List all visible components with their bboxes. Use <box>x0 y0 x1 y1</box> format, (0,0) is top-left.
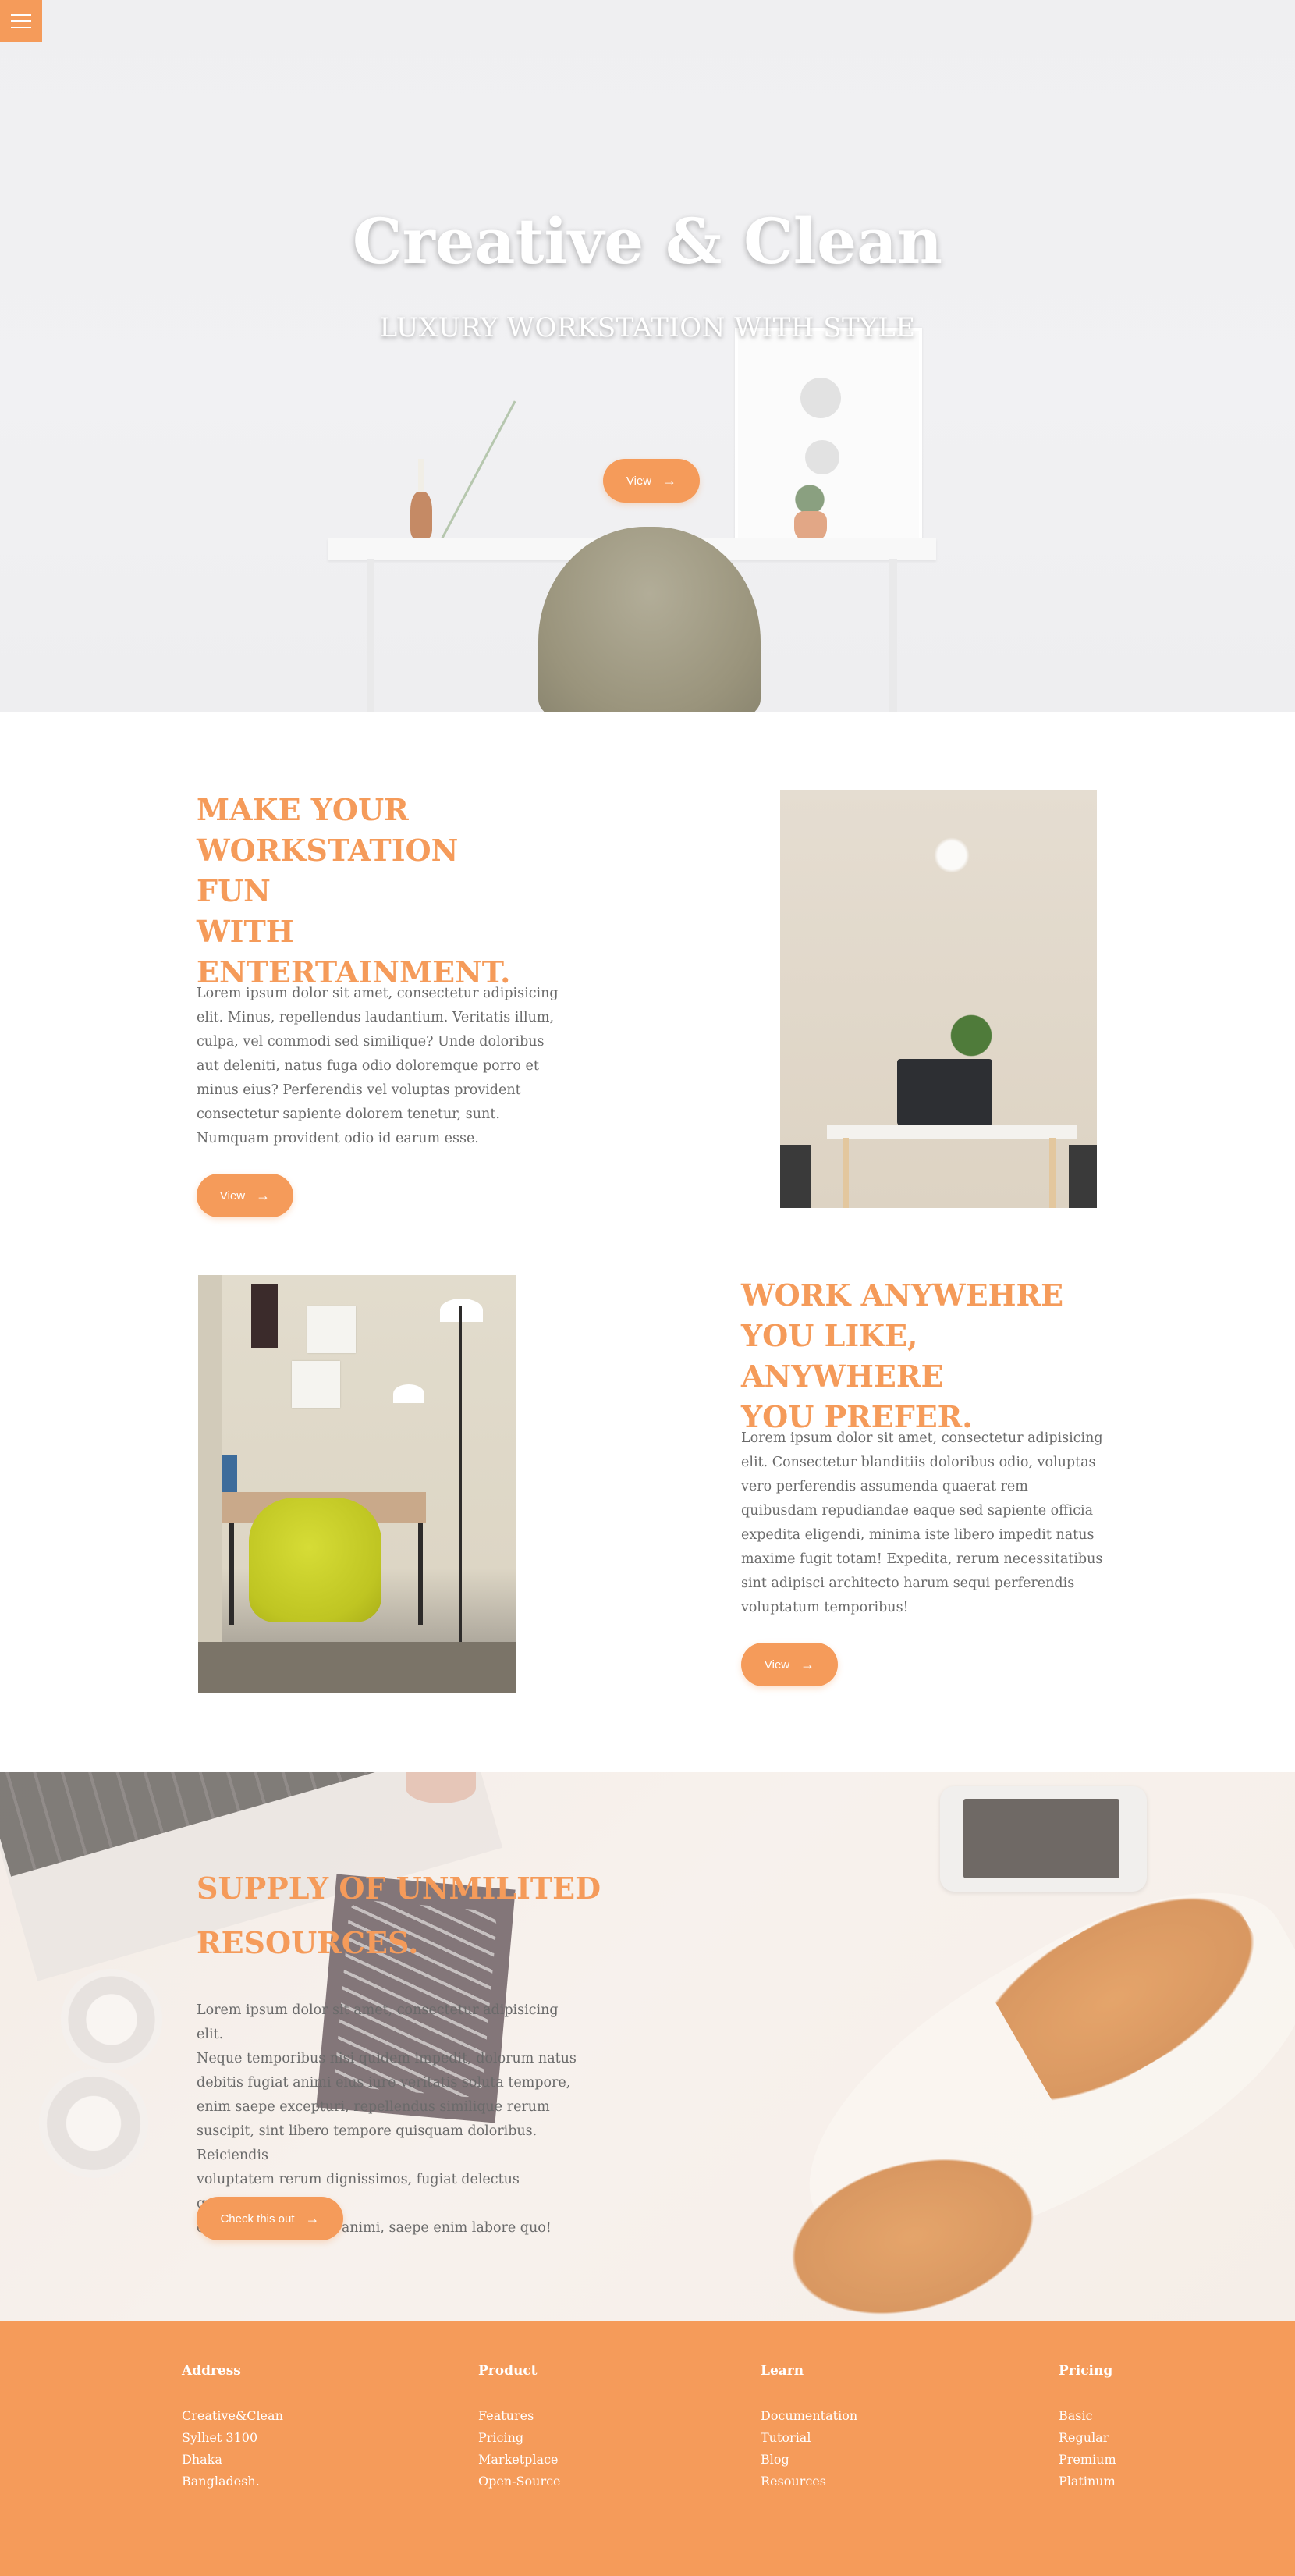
yellow-chair <box>249 1498 381 1622</box>
feature2-title: WORK ANYWEHRE YOU LIKE, ANYWHERE YOU PRE… <box>741 1277 1064 1434</box>
workstation-photo <box>780 790 1097 1208</box>
arrow-right-icon: → <box>256 1187 271 1203</box>
feature1-title: MAKE YOUR WORKSTATION FUN WITH ENTERTAIN… <box>197 792 511 990</box>
footer-link[interactable]: Premium <box>1059 2449 1116 2471</box>
plant-pot <box>794 511 827 542</box>
yellow-chair-photo <box>198 1275 516 1693</box>
footer-link[interactable]: Basic <box>1059 2405 1116 2427</box>
footer-link[interactable]: Resources <box>761 2471 857 2493</box>
footer-link[interactable]: Features <box>478 2405 561 2427</box>
footer-column-product: Product Features Pricing Marketplace Ope… <box>478 2363 561 2493</box>
hero-subtitle: LUXURY WORKSTATION WITH STYLE <box>379 312 916 343</box>
supply-title: SUPPLY OF UNMILITED RESOURCES. <box>197 1871 601 1960</box>
footer-link[interactable]: Marketplace <box>478 2449 561 2471</box>
footer-link[interactable]: Documentation <box>761 2405 857 2427</box>
candle <box>418 459 424 495</box>
footer-link[interactable]: Regular <box>1059 2427 1116 2449</box>
hero-view-button[interactable]: View → <box>603 459 700 503</box>
footer-link[interactable]: Pricing <box>478 2427 561 2449</box>
hero-title: Creative & Clean <box>352 204 943 278</box>
laptop <box>897 1059 992 1125</box>
footer-column-learn: Learn Documentation Tutorial Blog Resour… <box>761 2363 857 2493</box>
supply-section <box>0 1772 1295 2321</box>
feature1-text: Lorem ipsum dolor sit amet, consectetur … <box>197 986 559 1146</box>
menu-button[interactable] <box>0 0 42 42</box>
footer-link[interactable]: Tutorial <box>761 2427 857 2449</box>
feature2-view-button[interactable]: View → <box>741 1643 838 1686</box>
footer-column-address: Address Creative&Clean Sylhet 3100 Dhaka… <box>182 2363 283 2489</box>
check-this-out-button[interactable]: Check this out → <box>197 2197 343 2240</box>
footer-link[interactable]: Blog <box>761 2449 857 2471</box>
arrow-right-icon: → <box>305 2210 320 2226</box>
floor-lamp <box>459 1306 462 1650</box>
arrow-right-icon: → <box>800 1656 815 1672</box>
feature1-view-button[interactable]: View → <box>197 1174 293 1217</box>
footer-link[interactable]: Platinum <box>1059 2471 1116 2493</box>
vase <box>410 492 432 538</box>
hamburger-icon <box>11 14 31 16</box>
footer: Address Creative&Clean Sylhet 3100 Dhaka… <box>0 2321 1295 2576</box>
hero-section <box>0 0 1295 712</box>
feature2-text: Lorem ipsum dolor sit amet, consectetur … <box>741 1430 1103 1615</box>
footer-link[interactable]: Open-Source <box>478 2471 561 2493</box>
footer-column-pricing: Pricing Basic Regular Premium Platinum <box>1059 2363 1116 2493</box>
arrow-right-icon: → <box>662 472 677 489</box>
